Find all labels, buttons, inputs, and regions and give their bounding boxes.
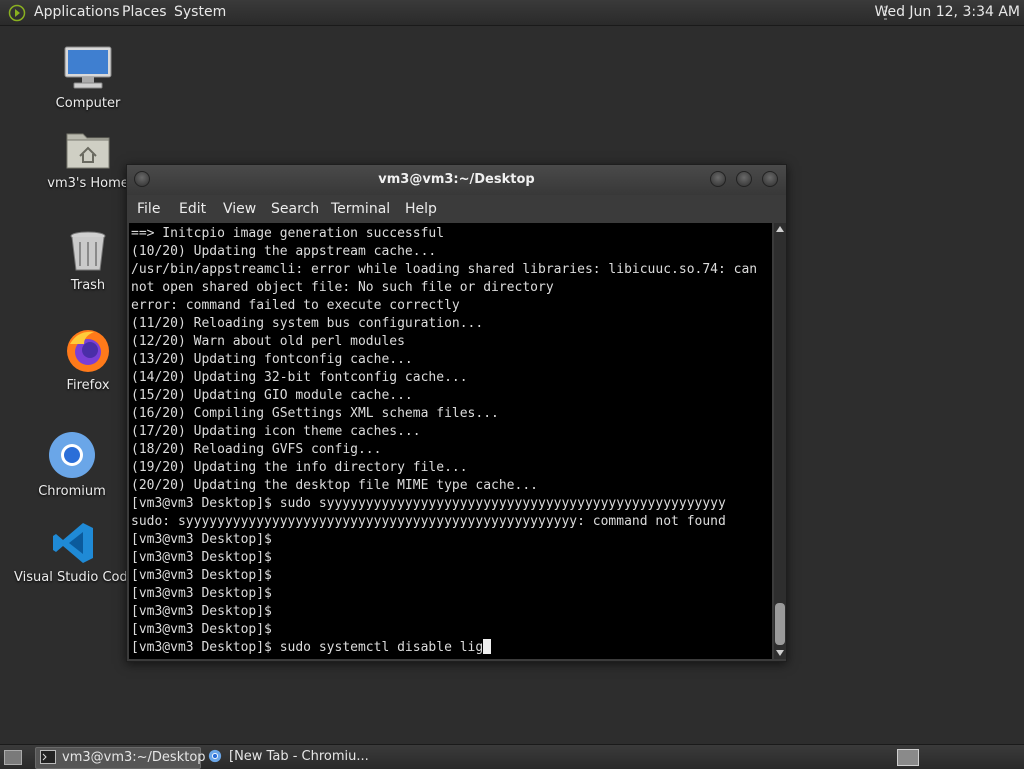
terminal-line: (10/20) Updating the appstream cache... bbox=[131, 244, 437, 259]
taskbar-item-label: vm3@vm3:~/Desktop bbox=[62, 750, 206, 765]
taskbar-item-label: [New Tab - Chromiu... bbox=[229, 749, 369, 764]
taskbar-item-terminal[interactable]: vm3@vm3:~/Desktop bbox=[35, 747, 206, 769]
terminal-line: not open shared object file: No such fil… bbox=[131, 280, 554, 295]
desktop-icon-label: Trash bbox=[70, 278, 106, 293]
trash-icon bbox=[70, 231, 106, 271]
terminal-line: (14/20) Updating 32-bit fontconfig cache… bbox=[131, 370, 468, 385]
desktop-icon-label: Firefox bbox=[66, 378, 110, 393]
terminal-menubar: File Edit View Search Terminal Help bbox=[127, 195, 786, 223]
bottom-panel: vm3@vm3:~/Desktop [New Tab - Chromiu... bbox=[0, 744, 1024, 769]
desktop-icon-label: Computer bbox=[55, 96, 121, 111]
minimize-icon[interactable] bbox=[710, 171, 726, 187]
terminal-scrollbar[interactable] bbox=[774, 223, 786, 659]
applications-menu[interactable]: Applications bbox=[34, 4, 120, 20]
menu-search[interactable]: Search bbox=[271, 201, 319, 217]
terminal-line: (11/20) Reloading system bus configurati… bbox=[131, 316, 484, 331]
maximize-icon[interactable] bbox=[736, 171, 752, 187]
desktop-icon-label: Chromium bbox=[38, 484, 106, 499]
menu-view[interactable]: View bbox=[223, 201, 256, 217]
workspace-switcher[interactable] bbox=[897, 749, 919, 766]
terminal-line: (18/20) Reloading GVFS config... bbox=[131, 442, 382, 457]
terminal-prompt-line[interactable]: [vm3@vm3 Desktop]$ sudo systemctl disabl… bbox=[131, 640, 483, 655]
taskbar-item-chromium[interactable]: [New Tab - Chromiu... bbox=[203, 747, 379, 767]
desktop-icon-label: Visual Studio Code bbox=[14, 570, 136, 585]
distro-logo-icon[interactable] bbox=[8, 4, 26, 22]
window-titlebar[interactable]: vm3@vm3:~/Desktop bbox=[127, 165, 786, 195]
top-panel: Applications Places System Wed Jun 12, 3… bbox=[0, 0, 1024, 26]
terminal-line: [vm3@vm3 Desktop]$ bbox=[131, 532, 272, 547]
scroll-thumb[interactable] bbox=[775, 603, 785, 645]
clock[interactable]: Wed Jun 12, 3:34 AM bbox=[874, 4, 1020, 20]
desktop-icon-chromium[interactable]: Chromium bbox=[12, 430, 132, 499]
places-menu[interactable]: Places bbox=[122, 4, 167, 20]
desktop-icon-label: vm3's Home bbox=[47, 176, 129, 191]
terminal-line: sudo: syyyyyyyyyyyyyyyyyyyyyyyyyyyyyyyyy… bbox=[131, 514, 726, 529]
terminal-line: (19/20) Updating the info directory file… bbox=[131, 460, 468, 475]
terminal-window[interactable]: vm3@vm3:~/Desktop File Edit View Search … bbox=[126, 164, 787, 662]
home-folder-icon bbox=[66, 133, 110, 169]
close-icon[interactable] bbox=[762, 171, 778, 187]
text-cursor bbox=[483, 639, 492, 654]
terminal-text: ==> Initcpio image generation successful… bbox=[129, 223, 772, 657]
terminal-line: [vm3@vm3 Desktop]$ bbox=[131, 604, 272, 619]
terminal-line: [vm3@vm3 Desktop]$ bbox=[131, 568, 272, 583]
menu-terminal[interactable]: Terminal bbox=[331, 201, 390, 217]
menu-help[interactable]: Help bbox=[405, 201, 437, 217]
terminal-line: /usr/bin/appstreamcli: error while loadi… bbox=[131, 262, 758, 277]
firefox-icon bbox=[67, 330, 109, 372]
chromium-icon bbox=[208, 749, 222, 763]
computer-icon bbox=[64, 46, 112, 89]
terminal-line: [vm3@vm3 Desktop]$ bbox=[131, 550, 272, 565]
terminal-line: [vm3@vm3 Desktop]$ bbox=[131, 622, 272, 637]
show-desktop-icon[interactable] bbox=[4, 750, 22, 765]
terminal-line: ==> Initcpio image generation successful bbox=[131, 226, 445, 241]
terminal-line: (17/20) Updating icon theme caches... bbox=[131, 424, 421, 439]
system-menu[interactable]: System bbox=[174, 4, 226, 20]
terminal-output[interactable]: ==> Initcpio image generation successful… bbox=[129, 223, 772, 659]
terminal-line: (15/20) Updating GIO module cache... bbox=[131, 388, 413, 403]
terminal-line: [vm3@vm3 Desktop]$ bbox=[131, 586, 272, 601]
terminal-line: (13/20) Updating fontconfig cache... bbox=[131, 352, 413, 367]
desktop-icon-computer[interactable]: Computer bbox=[28, 44, 148, 111]
scroll-up-arrow-icon[interactable] bbox=[776, 226, 784, 232]
terminal-line: error: command failed to execute correct… bbox=[131, 298, 460, 313]
window-title: vm3@vm3:~/Desktop bbox=[378, 172, 535, 187]
terminal-line: (20/20) Updating the desktop file MIME t… bbox=[131, 478, 538, 493]
menu-file[interactable]: File bbox=[137, 201, 160, 217]
terminal-icon bbox=[40, 750, 56, 764]
menu-edit[interactable]: Edit bbox=[179, 201, 206, 217]
chromium-icon bbox=[49, 432, 95, 478]
desktop-icon-vscode[interactable]: Visual Studio Code bbox=[14, 520, 136, 585]
terminal-line: (16/20) Compiling GSettings XML schema f… bbox=[131, 406, 499, 421]
vscode-icon bbox=[53, 523, 93, 563]
terminal-line: (12/20) Warn about old perl modules bbox=[131, 334, 405, 349]
scroll-down-arrow-icon[interactable] bbox=[776, 650, 784, 656]
terminal-line: [vm3@vm3 Desktop]$ sudo syyyyyyyyyyyyyyy… bbox=[131, 496, 726, 511]
